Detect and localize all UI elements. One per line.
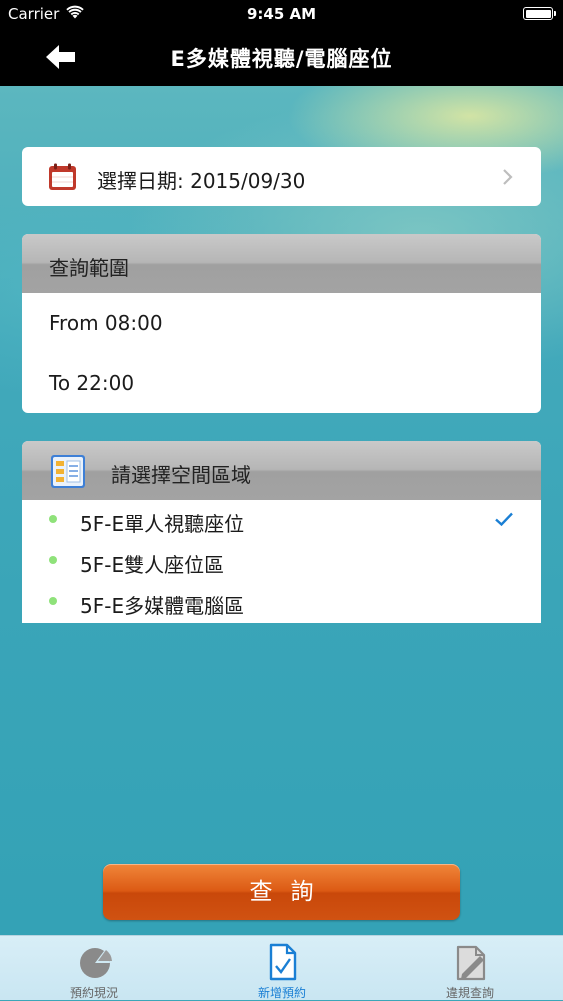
area-item-multimedia-pc[interactable]: 5F-E多媒體電腦區 — [22, 582, 541, 623]
checkmark-icon — [495, 512, 513, 527]
bullet-dot-icon — [49, 515, 57, 523]
page-title: E多媒體視聽/電腦座位 — [170, 47, 393, 71]
battery-icon — [523, 7, 556, 20]
area-item-label: 5F-E雙人座位區 — [80, 553, 225, 577]
tab-reservation-status[interactable]: 預約現況 — [0, 936, 188, 1001]
date-label: 選擇日期: 2015/09/30 — [97, 169, 306, 193]
tab-new-reservation[interactable]: 新增預約 — [188, 936, 376, 1001]
area-item-label: 5F-E單人視聽座位 — [80, 512, 245, 536]
area-item-double-seat[interactable]: 5F-E雙人座位區 — [22, 541, 541, 582]
edit-document-icon — [456, 945, 486, 981]
query-range-header: 查詢範圍 — [22, 234, 541, 293]
tab-bar: 預約現況 新增預約 違規查詢 — [0, 935, 563, 1000]
query-button[interactable]: 查詢 — [103, 864, 460, 920]
list-icon — [51, 455, 85, 488]
nav-bar: E多媒體視聽/電腦座位 — [0, 28, 563, 86]
date-selector[interactable]: 選擇日期: 2015/09/30 — [22, 147, 541, 206]
new-document-icon — [269, 943, 297, 981]
area-selector-card: 請選擇空間區域 5F-E單人視聽座位 5F-E雙人座位區 5F-E多媒體電腦區 — [22, 441, 541, 623]
bullet-dot-icon — [49, 556, 57, 564]
bullet-dot-icon — [49, 597, 57, 605]
query-range-title: 查詢範圍 — [49, 256, 129, 280]
range-from: From 08:00 — [49, 311, 163, 335]
calendar-icon — [49, 163, 76, 190]
area-selector-header: 請選擇空間區域 — [22, 441, 541, 500]
query-range-card: 查詢範圍 From 08:00 To 22:00 — [22, 234, 541, 413]
status-bar: Carrier 9:45 AM — [0, 0, 563, 28]
area-selector-title: 請選擇空間區域 — [111, 463, 251, 487]
range-to: To 22:00 — [49, 371, 135, 395]
tab-violation-query[interactable]: 違規查詢 — [376, 936, 563, 1001]
pie-chart-icon — [80, 948, 112, 978]
tab-label: 違規查詢 — [445, 986, 494, 1000]
area-item-single-av-seat[interactable]: 5F-E單人視聽座位 — [22, 500, 541, 541]
clock: 9:45 AM — [246, 5, 317, 23]
tab-label: 新增預約 — [257, 986, 306, 1000]
area-item-label: 5F-E多媒體電腦區 — [80, 594, 245, 618]
chevron-right-icon — [503, 169, 513, 185]
tab-label: 預約現況 — [69, 986, 118, 1000]
